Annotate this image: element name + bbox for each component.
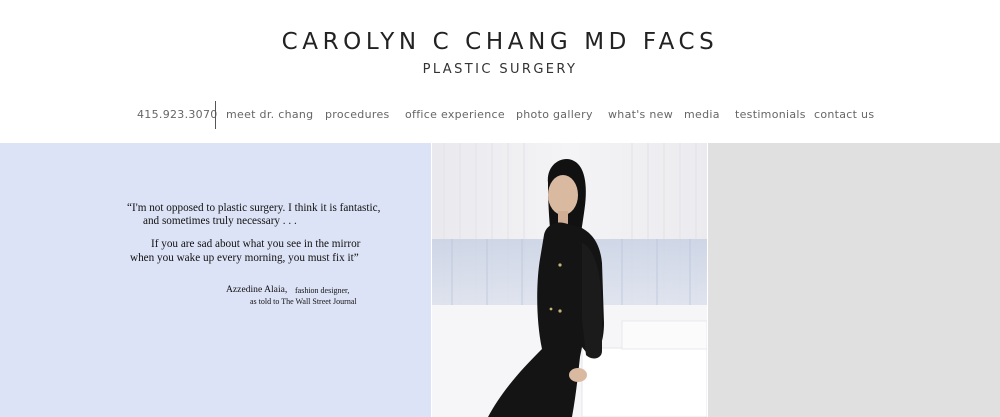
site-subtitle: PLASTIC SURGERY bbox=[422, 62, 578, 77]
quote-author-role: fashion designer, bbox=[295, 286, 350, 295]
quote-line: when you wake up every morning, you must… bbox=[130, 252, 359, 264]
quote-panel: “I'm not opposed to plastic surgery. I t… bbox=[0, 143, 431, 417]
quote-line: and sometimes truly necessary . . . bbox=[143, 215, 297, 227]
nav-item-meet-dr-chang[interactable]: meet dr. chang bbox=[226, 108, 313, 121]
nav-item-procedures[interactable]: procedures bbox=[325, 108, 390, 121]
grey-panel bbox=[708, 143, 1000, 417]
site-header: CAROLYN C CHANG MD FACS PLASTIC SURGERY … bbox=[0, 0, 1000, 143]
nav-item-office-experience[interactable]: office experience bbox=[405, 108, 505, 121]
nav-item-contact-us[interactable]: contact us bbox=[814, 108, 874, 121]
nav-phone-link[interactable]: 415.923.3070 bbox=[137, 108, 218, 121]
site-title[interactable]: CAROLYN C CHANG MD FACS bbox=[0, 29, 1000, 55]
quote-source: as told to The Wall Street Journal bbox=[250, 297, 357, 306]
doctor-portrait-image bbox=[432, 143, 707, 417]
nav-item-photo-gallery[interactable]: photo gallery bbox=[516, 108, 593, 121]
nav-item-whats-new[interactable]: what's new bbox=[608, 108, 673, 121]
nav-item-testimonials[interactable]: testimonials bbox=[735, 108, 806, 121]
quote-line: “I'm not opposed to plastic surgery. I t… bbox=[127, 202, 381, 214]
nav-divider bbox=[215, 101, 216, 129]
main-nav: 415.923.3070 meet dr. chang procedures o… bbox=[0, 101, 1000, 129]
quote-author: Azzedine Alaia, bbox=[226, 284, 288, 295]
quote-line: If you are sad about what you see in the… bbox=[151, 238, 361, 250]
nav-item-media[interactable]: media bbox=[684, 108, 720, 121]
doctor-photo bbox=[432, 143, 707, 417]
